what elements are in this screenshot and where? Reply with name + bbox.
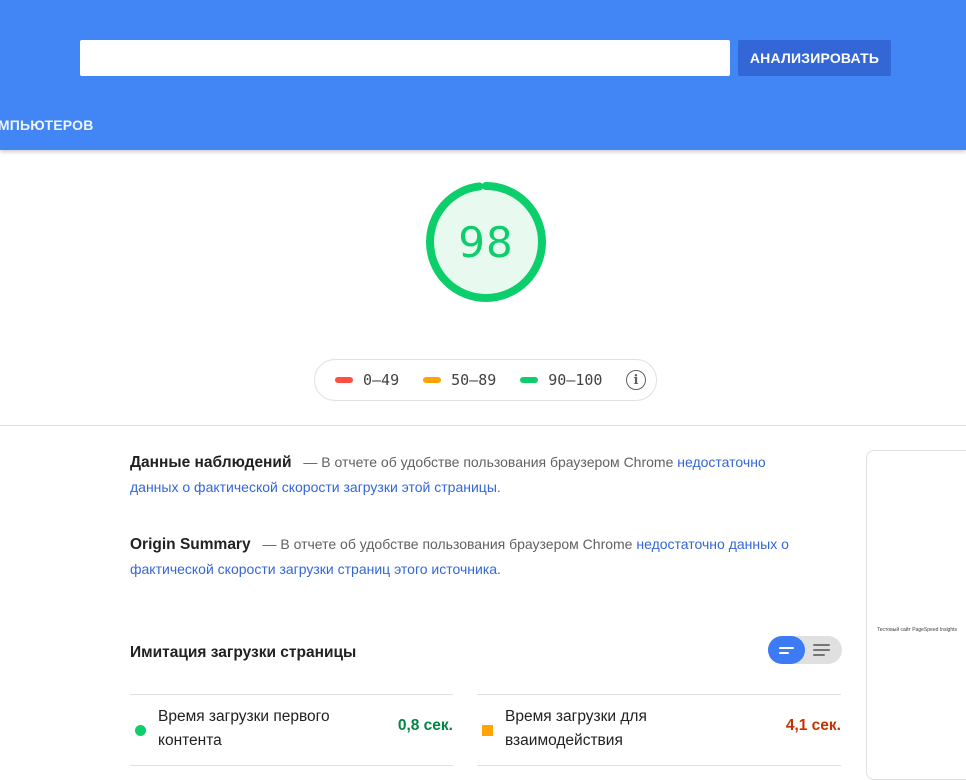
field-data-text: — В отчете об удобстве пользования брауз… xyxy=(303,454,674,470)
origin-summary-section: Origin Summary — В отчете об удобстве по… xyxy=(130,532,790,582)
score-legend: 0–49 50–89 90–100 i xyxy=(314,359,657,401)
page-screenshot-thumbnail: Тестовый сайт PageSpeed Insights xyxy=(866,450,966,780)
tab-desktop[interactable]: КОМПЬЮТЕРОВ xyxy=(0,117,94,133)
analyze-button[interactable]: АНАЛИЗИРОВАТЬ xyxy=(738,40,891,76)
metric-first-contentful-paint: Время загрузки первого контента 0,8 сек. xyxy=(130,694,453,766)
metric-time-to-interactive: Время загрузки для взаимодействия 4,1 се… xyxy=(477,694,841,766)
average-indicator-icon xyxy=(482,725,493,736)
field-data-section: Данные наблюдений — В отчете об удобстве… xyxy=(130,450,790,500)
legend-color-average xyxy=(423,377,442,383)
score-value: 98 xyxy=(458,217,514,267)
url-input[interactable] xyxy=(80,40,730,76)
info-icon[interactable]: i xyxy=(626,370,646,390)
legend-range-fail: 0–49 xyxy=(363,371,400,389)
legend-range-average: 50–89 xyxy=(451,371,497,389)
metric-value: 0,8 сек. xyxy=(397,717,453,734)
screenshot-caption: Тестовый сайт PageSpeed Insights xyxy=(877,627,958,633)
lab-data-title: Имитация загрузки страницы xyxy=(130,644,357,661)
legend-range-pass: 90–100 xyxy=(548,371,603,389)
metric-value: 4,1 сек. xyxy=(785,717,841,734)
header-bar: АНАЛИЗИРОВАТЬ КОМПЬЮТЕРОВ xyxy=(0,0,966,150)
metric-label: Время загрузки для взаимодействия xyxy=(505,708,647,749)
compact-view-button[interactable] xyxy=(768,636,805,664)
expanded-view-button[interactable] xyxy=(805,636,842,664)
metric-label: Время загрузки первого контента xyxy=(158,708,330,749)
field-data-title: Данные наблюдений xyxy=(130,454,292,471)
legend-item-average: 50–89 xyxy=(423,371,496,389)
legend-color-fail xyxy=(335,377,353,383)
legend-item-fail: 0–49 xyxy=(335,371,399,389)
view-toggle[interactable] xyxy=(768,636,842,664)
legend-color-pass xyxy=(520,377,539,383)
divider xyxy=(0,425,966,426)
origin-summary-title: Origin Summary xyxy=(130,536,251,553)
origin-summary-text: — В отчете об удобстве пользования брауз… xyxy=(262,536,633,552)
pass-indicator-icon xyxy=(135,725,146,736)
legend-item-pass: 90–100 xyxy=(520,371,602,389)
